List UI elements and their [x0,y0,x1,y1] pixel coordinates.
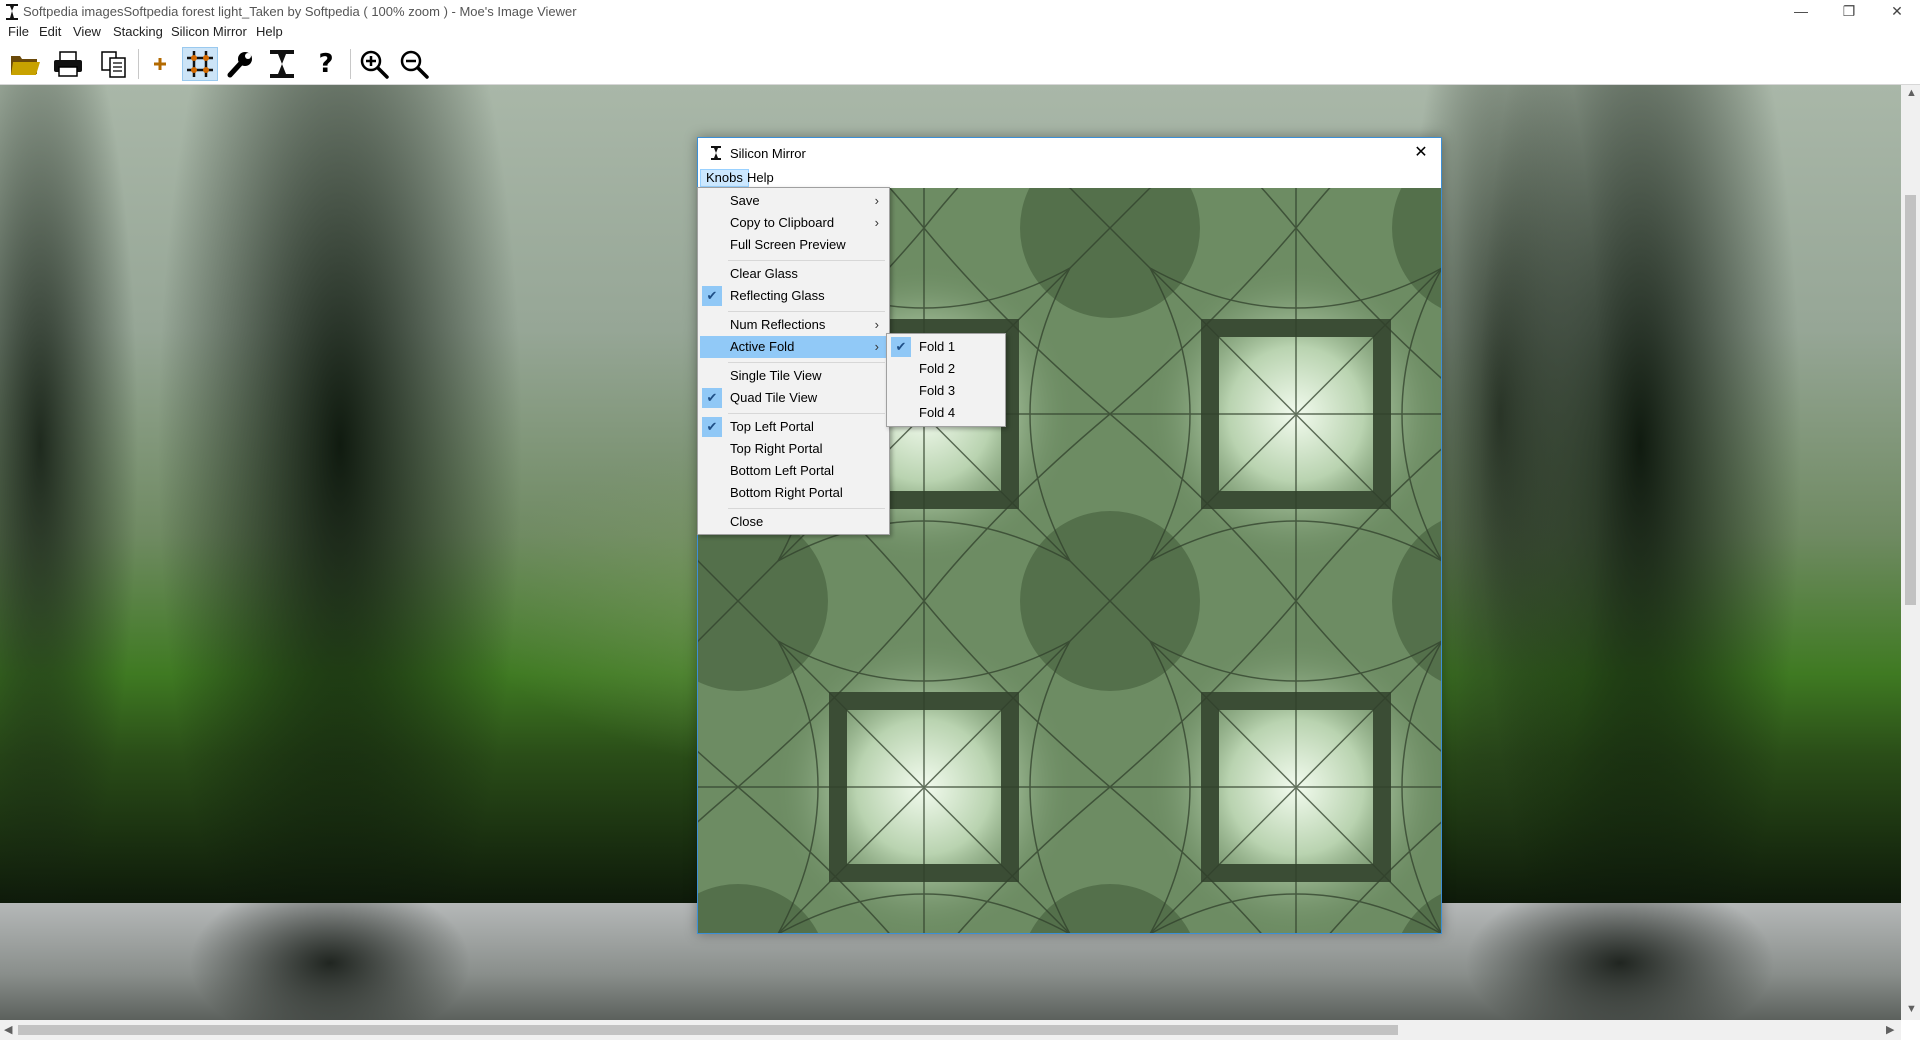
menu-item-fold-4[interactable]: Fold 4 [889,402,1003,424]
main-menubar: File Edit View Stacking Silicon Mirror H… [0,22,1920,44]
zoom-out-icon [400,50,429,79]
menu-item-full-screen-preview[interactable]: Full Screen Preview [700,234,887,256]
active-fold-submenu: ✔ Fold 1 Fold 2 Fold 3 Fold 4 [886,333,1006,427]
submenu-arrow-icon: › [874,317,879,332]
menu-item-close[interactable]: Close [700,511,887,533]
menu-separator [728,260,885,261]
menu-edit[interactable]: Edit [39,24,61,39]
menu-item-fold-2[interactable]: Fold 2 [889,358,1003,380]
zoom-in-icon [360,50,389,79]
open-button[interactable] [7,47,43,81]
help-icon: ? [318,49,334,79]
menu-item-active-fold[interactable]: Active Fold › [700,336,887,358]
dialog-close-button[interactable]: ✕ [1409,142,1433,164]
menu-item-fold-1[interactable]: ✔ Fold 1 [889,336,1003,358]
close-button[interactable]: ✕ [1874,0,1920,22]
checkmark-icon: ✔ [891,337,911,357]
submenu-arrow-icon: › [874,193,879,208]
scroll-right-icon[interactable]: ▶ [1886,1023,1894,1036]
checkmark-icon: ✔ [702,417,722,437]
dialog-titlebar: Silicon Mirror ✕ [698,138,1441,168]
menu-item-save[interactable]: Save › [700,190,887,212]
silicon-mirror-button[interactable] [264,47,300,81]
menu-item-reflecting-glass[interactable]: ✔ Reflecting Glass [700,285,887,307]
window-title: Softpedia imagesSoftpedia forest light_T… [23,4,577,19]
open-folder-icon [11,56,40,75]
grid-tiles-icon [187,51,213,77]
add-button[interactable] [142,47,178,81]
horizontal-scrollbar[interactable]: ◀ ▶ [0,1020,1901,1040]
menu-item-single-tile-view[interactable]: Single Tile View [700,365,887,387]
zoom-in-button[interactable] [356,47,392,81]
minimize-button[interactable]: — [1778,0,1824,22]
scroll-down-icon[interactable]: ▼ [1906,1003,1917,1015]
vertical-scroll-thumb[interactable] [1905,195,1916,605]
checkmark-icon: ✔ [702,286,722,306]
settings-button[interactable] [222,47,258,81]
print-icon [54,51,82,77]
menu-separator [728,508,885,509]
horizontal-scroll-thumb[interactable] [18,1025,1398,1035]
silicon-mirror-icon [270,50,294,78]
print-button[interactable] [50,47,86,81]
scroll-left-icon[interactable]: ◀ [4,1023,12,1036]
menu-item-fold-3[interactable]: Fold 3 [889,380,1003,402]
vertical-scrollbar[interactable]: ▲ ▼ [1901,85,1920,1020]
menu-separator [728,311,885,312]
menu-separator [728,413,885,414]
submenu-arrow-icon: › [874,215,879,230]
app-logo-icon [6,4,18,20]
menu-item-top-left-portal[interactable]: ✔ Top Left Portal [700,416,887,438]
menu-help[interactable]: Help [256,24,283,39]
dialog-menubar: Knobs Help [698,168,1441,188]
copy-pages-icon [101,51,126,78]
menu-item-clear-glass[interactable]: Clear Glass [700,263,887,285]
copy-button[interactable] [96,47,132,81]
menu-silicon-mirror[interactable]: Silicon Mirror [171,24,247,39]
menu-item-quad-tile-view[interactable]: ✔ Quad Tile View [700,387,887,409]
menu-item-top-right-portal[interactable]: Top Right Portal [700,438,887,460]
menu-item-bottom-right-portal[interactable]: Bottom Right Portal [700,482,887,504]
menu-item-bottom-left-portal[interactable]: Bottom Left Portal [700,460,887,482]
menu-separator [728,362,885,363]
knobs-menu: Save › Copy to Clipboard › Full Screen P… [697,187,890,535]
checkmark-icon: ✔ [702,388,722,408]
silicon-mirror-icon [711,146,721,160]
menu-file[interactable]: File [8,24,29,39]
submenu-arrow-icon: › [874,339,879,354]
toolbar-separator [350,49,351,79]
menu-view[interactable]: View [73,24,101,39]
zoom-out-button[interactable] [396,47,432,81]
restore-button[interactable]: ❐ [1826,0,1872,22]
main-toolbar: ? [0,44,1920,85]
wrench-icon [227,52,252,78]
menu-stacking[interactable]: Stacking [113,24,163,39]
plus-icon [154,58,166,70]
toolbar-separator [138,49,139,79]
dialog-menu-help[interactable]: Help [742,169,779,187]
tile-grid-button[interactable] [182,47,218,81]
menu-item-copy-to-clipboard[interactable]: Copy to Clipboard › [700,212,887,234]
dialog-title: Silicon Mirror [730,146,806,161]
menu-item-num-reflections[interactable]: Num Reflections › [700,314,887,336]
help-button[interactable]: ? [308,47,344,81]
scroll-up-icon[interactable]: ▲ [1906,87,1917,99]
